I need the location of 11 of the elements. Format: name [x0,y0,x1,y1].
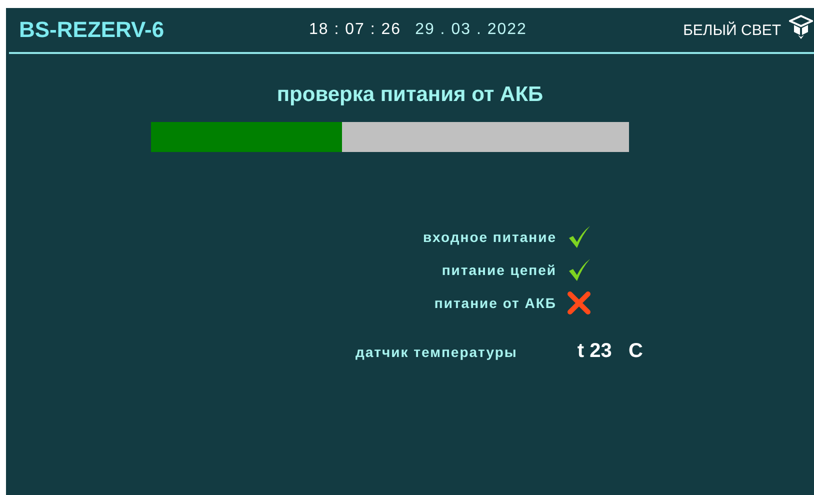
test-title: проверка питания от АКБ [276,83,544,107]
check-label: входное питание [422,228,556,244]
current-date: 29 . 03 . 2022 [415,21,527,39]
brand-name: БЕЛЫЙ СВЕТ [683,22,781,38]
check-label: питание цепей [442,262,556,278]
clock-time: 18 : 07 : 26 [309,21,402,39]
sensor-label: датчик температуры [356,344,518,360]
device-title: BS-REZERV-6 [19,17,166,43]
cube-logo-icon [789,15,813,39]
temperature-reading: t 23 C [577,340,643,363]
check-label: питание от АКБ [434,294,556,310]
